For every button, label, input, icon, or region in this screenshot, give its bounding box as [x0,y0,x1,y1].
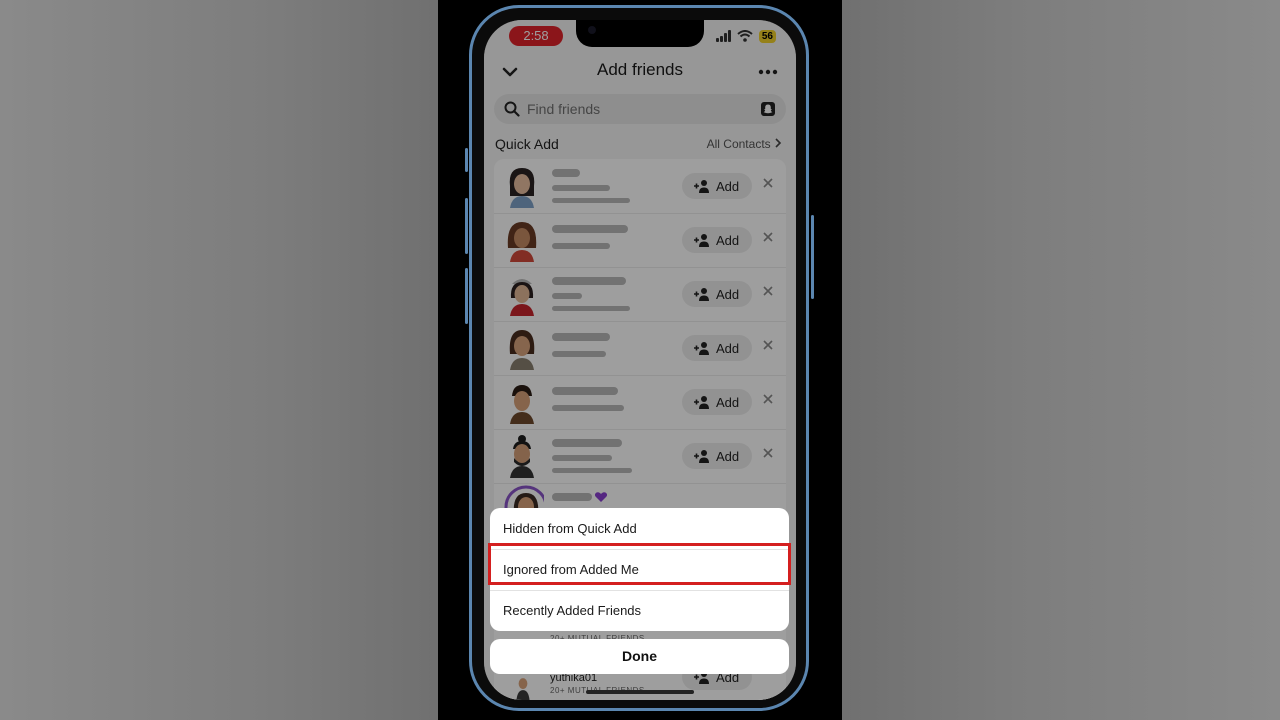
highlight-box [488,543,791,585]
volume-up-button [465,198,468,254]
home-indicator[interactable] [586,690,694,694]
phone-area: 2:58 56 Add friends Find friends Quick A… [438,0,842,720]
option-label: Hidden from Quick Add [503,521,637,536]
phone-screen: 2:58 56 Add friends Find friends Quick A… [484,20,796,700]
option-label: Recently Added Friends [503,603,642,618]
done-button[interactable]: Done [490,639,789,674]
blurred-background-right [842,0,1280,720]
power-button [811,215,814,299]
mute-switch [465,148,468,172]
volume-down-button [465,268,468,324]
recently-added-friends-option[interactable]: Recently Added Friends [490,590,789,631]
blurred-background-left [0,0,438,720]
